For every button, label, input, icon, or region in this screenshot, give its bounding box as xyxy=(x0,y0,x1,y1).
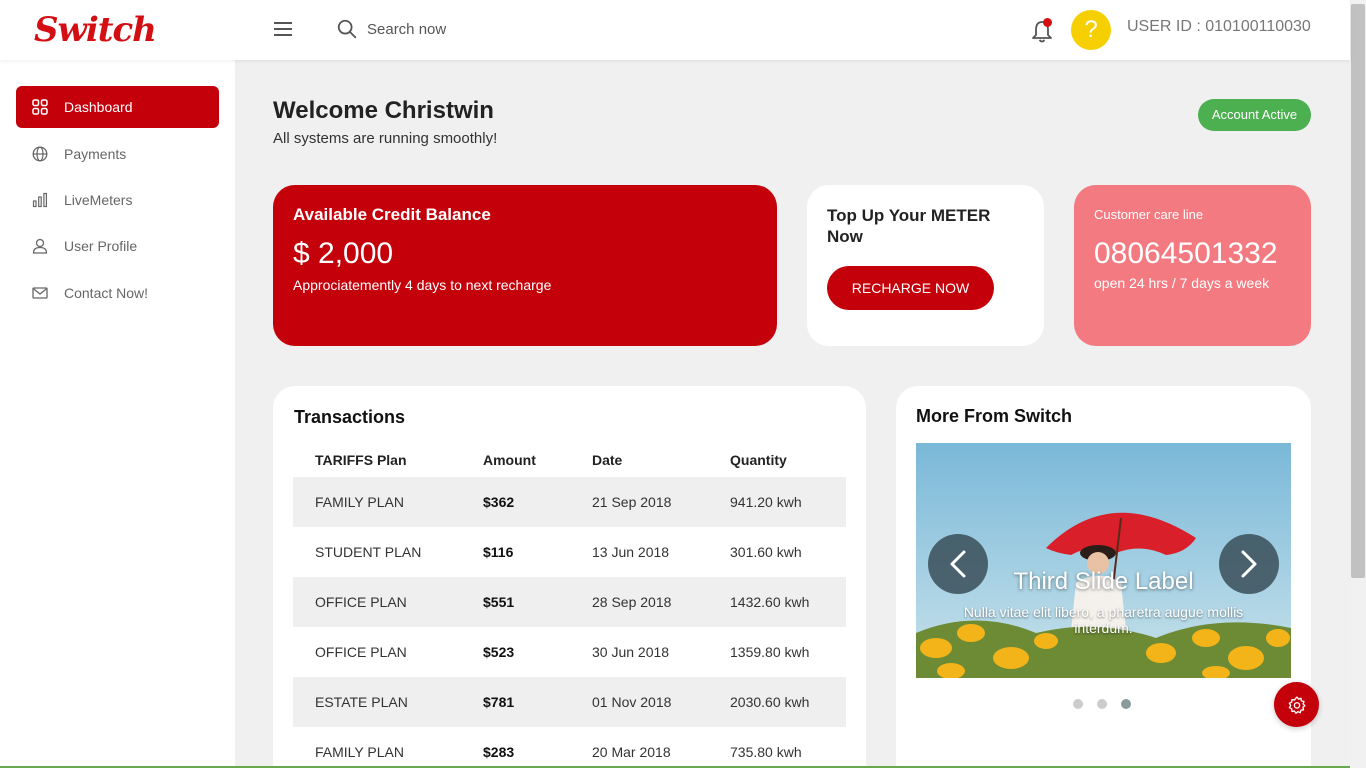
date-cell: 28 Sep 2018 xyxy=(592,594,672,610)
notification-dot xyxy=(1043,18,1052,27)
carousel-dot[interactable] xyxy=(1097,699,1107,709)
table-row[interactable]: OFFICE PLAN $551 28 Sep 2018 1432.60 kwh xyxy=(293,577,846,627)
date-cell: 30 Jun 2018 xyxy=(592,644,670,660)
carousel-indicators xyxy=(1073,699,1145,709)
user-id-label: USER ID : 010100110030 xyxy=(1127,18,1311,35)
date-cell: 21 Sep 2018 xyxy=(592,494,672,510)
carousel-next-button[interactable] xyxy=(1219,534,1279,594)
menu-toggle-icon[interactable] xyxy=(274,22,292,38)
avatar[interactable]: ? xyxy=(1071,10,1111,50)
carousel-slide[interactable]: Third Slide Label Nulla vitae elit liber… xyxy=(916,443,1291,678)
carousel-prev-button[interactable] xyxy=(928,534,988,594)
sidebar: Dashboard Payments LiveMeters User Profi… xyxy=(0,60,235,768)
table-header: TARIFFS Plan Amount Date Quantity xyxy=(293,444,846,476)
table-row[interactable]: OFFICE PLAN $523 30 Jun 2018 1359.80 kwh xyxy=(293,627,846,677)
app-logo[interactable]: Switch xyxy=(34,10,157,50)
quantity-cell: 735.80 kwh xyxy=(730,744,802,760)
dashboard-grid-icon xyxy=(32,99,48,115)
amount-cell: $551 xyxy=(483,594,515,610)
page-subtitle: All systems are running smoothly! xyxy=(273,130,498,147)
more-from-switch-panel: More From Switch Third Slide Label Nulla… xyxy=(896,386,1311,768)
column-header: TARIFFS Plan xyxy=(315,452,407,468)
sidebar-item-user-profile[interactable]: User Profile xyxy=(16,225,219,267)
sidebar-item-label: LiveMeters xyxy=(64,192,133,208)
page-title: Welcome Christwin xyxy=(273,97,494,124)
status-badge: Account Active xyxy=(1198,99,1311,131)
table-row[interactable]: STUDENT PLAN $116 13 Jun 2018 301.60 kwh xyxy=(293,527,846,577)
quantity-cell: 1432.60 kwh xyxy=(730,594,810,610)
column-header: Amount xyxy=(483,452,536,468)
recharge-now-button[interactable]: RECHARGE NOW xyxy=(827,266,994,310)
sidebar-item-label: Contact Now! xyxy=(64,285,149,301)
chevron-right-icon xyxy=(1241,550,1257,578)
care-label: Customer care line xyxy=(1094,207,1204,222)
date-cell: 01 Nov 2018 xyxy=(592,694,672,710)
search-input[interactable] xyxy=(367,20,567,38)
more-title: More From Switch xyxy=(916,406,1073,426)
chevron-left-icon xyxy=(950,550,966,578)
credit-note: Approciatemently 4 days to next recharge xyxy=(293,277,552,293)
amount-cell: $523 xyxy=(483,644,515,660)
table-row[interactable]: FAMILY PLAN $283 20 Mar 2018 735.80 kwh xyxy=(293,727,846,768)
sidebar-item-label: User Profile xyxy=(64,238,138,254)
plan-cell: FAMILY PLAN xyxy=(315,744,404,760)
plan-cell: OFFICE PLAN xyxy=(315,594,407,610)
sidebar-item-label: Payments xyxy=(64,146,127,162)
top-header: Switch ? USER ID : 010100110030 xyxy=(0,0,1350,60)
user-icon xyxy=(32,238,48,254)
amount-cell: $362 xyxy=(483,494,515,510)
quantity-cell: 1359.80 kwh xyxy=(730,644,810,660)
slide-caption: Nulla vitae elit libero, a pharetra augu… xyxy=(963,604,1244,636)
scrollbar-thumb[interactable] xyxy=(1351,4,1365,578)
quantity-cell: 301.60 kwh xyxy=(730,544,802,560)
topup-card: Top Up Your METER Now RECHARGE NOW xyxy=(807,185,1044,346)
quantity-cell: 941.20 kwh xyxy=(730,494,802,510)
table-row[interactable]: FAMILY PLAN $362 21 Sep 2018 941.20 kwh xyxy=(293,477,846,527)
mail-icon xyxy=(32,285,48,301)
care-hours: open 24 hrs / 7 days a week xyxy=(1094,275,1270,291)
search-icon[interactable] xyxy=(336,18,358,40)
plan-cell: FAMILY PLAN xyxy=(315,494,404,510)
transactions-panel: Transactions TARIFFS Plan Amount Date Qu… xyxy=(273,386,866,768)
amount-cell: $283 xyxy=(483,744,515,760)
notification-bell-icon[interactable] xyxy=(1030,18,1054,44)
transactions-title: Transactions xyxy=(294,407,406,427)
plan-cell: OFFICE PLAN xyxy=(315,644,407,660)
date-cell: 20 Mar 2018 xyxy=(592,744,671,760)
column-header: Quantity xyxy=(730,452,787,468)
sidebar-item-livemeters[interactable]: LiveMeters xyxy=(16,179,219,221)
customer-care-card: Customer care line 08064501332 open 24 h… xyxy=(1074,185,1311,346)
credit-amount: $ 2,000 xyxy=(293,237,394,270)
carousel-dot-active[interactable] xyxy=(1121,699,1131,709)
search-bar xyxy=(336,18,567,40)
credit-title: Available Credit Balance xyxy=(293,205,491,224)
table-row[interactable]: ESTATE PLAN $781 01 Nov 2018 2030.60 kwh xyxy=(293,677,846,727)
plan-cell: STUDENT PLAN xyxy=(315,544,422,560)
settings-button[interactable] xyxy=(1274,682,1319,727)
column-header: Date xyxy=(592,452,623,468)
carousel-dot[interactable] xyxy=(1073,699,1083,709)
credit-balance-card: Available Credit Balance $ 2,000 Approci… xyxy=(273,185,777,346)
care-number[interactable]: 08064501332 xyxy=(1094,237,1291,271)
topup-title: Top Up Your METER Now xyxy=(827,206,991,246)
date-cell: 13 Jun 2018 xyxy=(592,544,670,560)
bar-chart-icon xyxy=(32,192,48,208)
quantity-cell: 2030.60 kwh xyxy=(730,694,810,710)
sidebar-item-contact[interactable]: Contact Now! xyxy=(16,272,219,314)
plan-cell: ESTATE PLAN xyxy=(315,694,408,710)
gear-icon xyxy=(1288,695,1306,714)
sidebar-item-dashboard[interactable]: Dashboard xyxy=(16,86,219,128)
sidebar-item-label: Dashboard xyxy=(64,99,133,115)
globe-icon xyxy=(32,146,48,162)
amount-cell: $116 xyxy=(483,544,514,560)
amount-cell: $781 xyxy=(483,694,515,710)
sidebar-item-payments[interactable]: Payments xyxy=(16,133,219,175)
